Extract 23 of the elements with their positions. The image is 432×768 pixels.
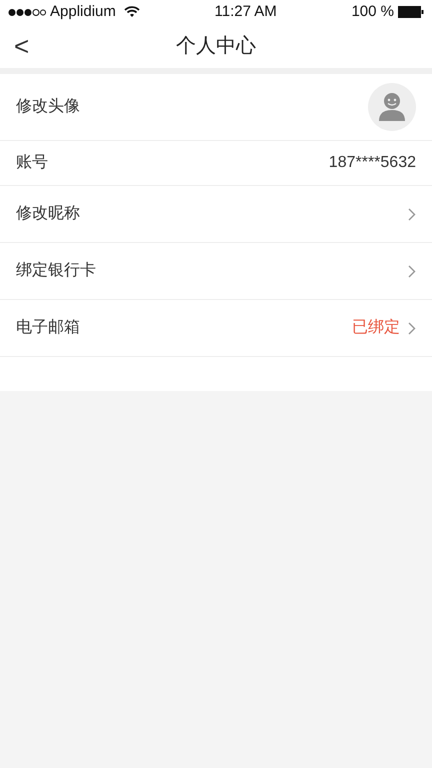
chevron-icon [408,208,416,220]
chevron-icon [408,322,416,334]
row-label: 账号 [16,153,49,173]
battery-icon [398,6,424,18]
chevron-icon [408,264,416,278]
row-label: 修改头像 [16,96,81,117]
status-text: 已绑定 [352,318,400,338]
page-title: 个人中心 [176,34,256,59]
back-button[interactable]: < [0,33,44,59]
list-row[interactable]: 修改头像 [0,74,432,141]
list-row[interactable]: 电子邮箱 已绑定 [0,300,432,357]
avatar-icon [368,83,416,131]
list-row[interactable]: 修改昵称 [0,186,432,243]
signal-icon [8,8,46,16]
carrier-name: Applidium [50,2,116,22]
row-label: 修改昵称 [16,204,81,224]
row-label: 电子邮箱 [16,318,81,338]
battery-percent: 100 % [351,2,394,22]
row-value: 187****5632 [328,153,416,173]
wifi-icon [124,6,140,18]
row-label: 绑定银行卡 [16,260,97,281]
list-row[interactable]: 绑定银行卡 [0,243,432,300]
status-time: 11:27 AM [214,2,278,22]
